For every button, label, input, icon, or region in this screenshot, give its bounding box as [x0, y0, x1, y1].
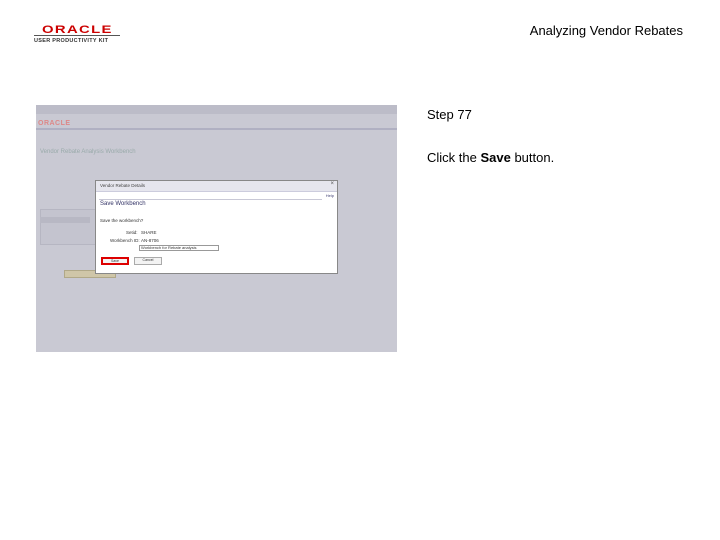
dialog-divider — [99, 199, 322, 200]
save-button[interactable]: Save — [101, 257, 129, 265]
logo-upk-text: USER PRODUCTIVITY KIT — [34, 38, 109, 44]
dialog-heading: Save Workbench — [100, 201, 146, 207]
instruction-prefix: Click the — [427, 150, 481, 165]
application-screenshot: ORACLE Vendor Rebate Analysis Workbench … — [36, 105, 397, 352]
workbench-id-value: AN-8706 — [141, 238, 159, 243]
logo-divider — [34, 35, 120, 36]
step-instruction: Click the Save button. — [427, 150, 554, 165]
document-title: Analyzing Vendor Rebates — [529, 23, 683, 38]
screenshot-brand: ORACLE — [38, 120, 71, 127]
screenshot-header-bar — [36, 128, 397, 130]
dialog-message: Save the workbench? — [100, 218, 144, 223]
screenshot-grid-header — [40, 217, 90, 223]
setid-value: SHARE — [141, 230, 157, 235]
screenshot-top-nav — [36, 105, 397, 114]
setid-label: Setid: — [126, 230, 138, 235]
close-icon[interactable]: × — [330, 181, 334, 187]
description-input[interactable]: Workbench for Rebate analysis — [139, 245, 219, 251]
dialog-window-title: Vendor Rebate Details — [100, 183, 146, 188]
screenshot-results-grid — [40, 209, 100, 245]
cancel-button[interactable]: Cancel — [134, 257, 162, 265]
instruction-target: Save — [480, 150, 511, 165]
step-number: Step 77 — [427, 107, 472, 122]
dialog-header: Vendor Rebate Details × — [96, 181, 337, 192]
instruction-suffix: button. — [510, 150, 555, 165]
save-workbench-dialog: Vendor Rebate Details × Help Save Workbe… — [95, 180, 338, 274]
workbench-id-label: Workbench ID: — [110, 238, 140, 243]
screenshot-page-title: Vendor Rebate Analysis Workbench — [40, 149, 136, 155]
help-link[interactable]: Help — [326, 193, 334, 198]
